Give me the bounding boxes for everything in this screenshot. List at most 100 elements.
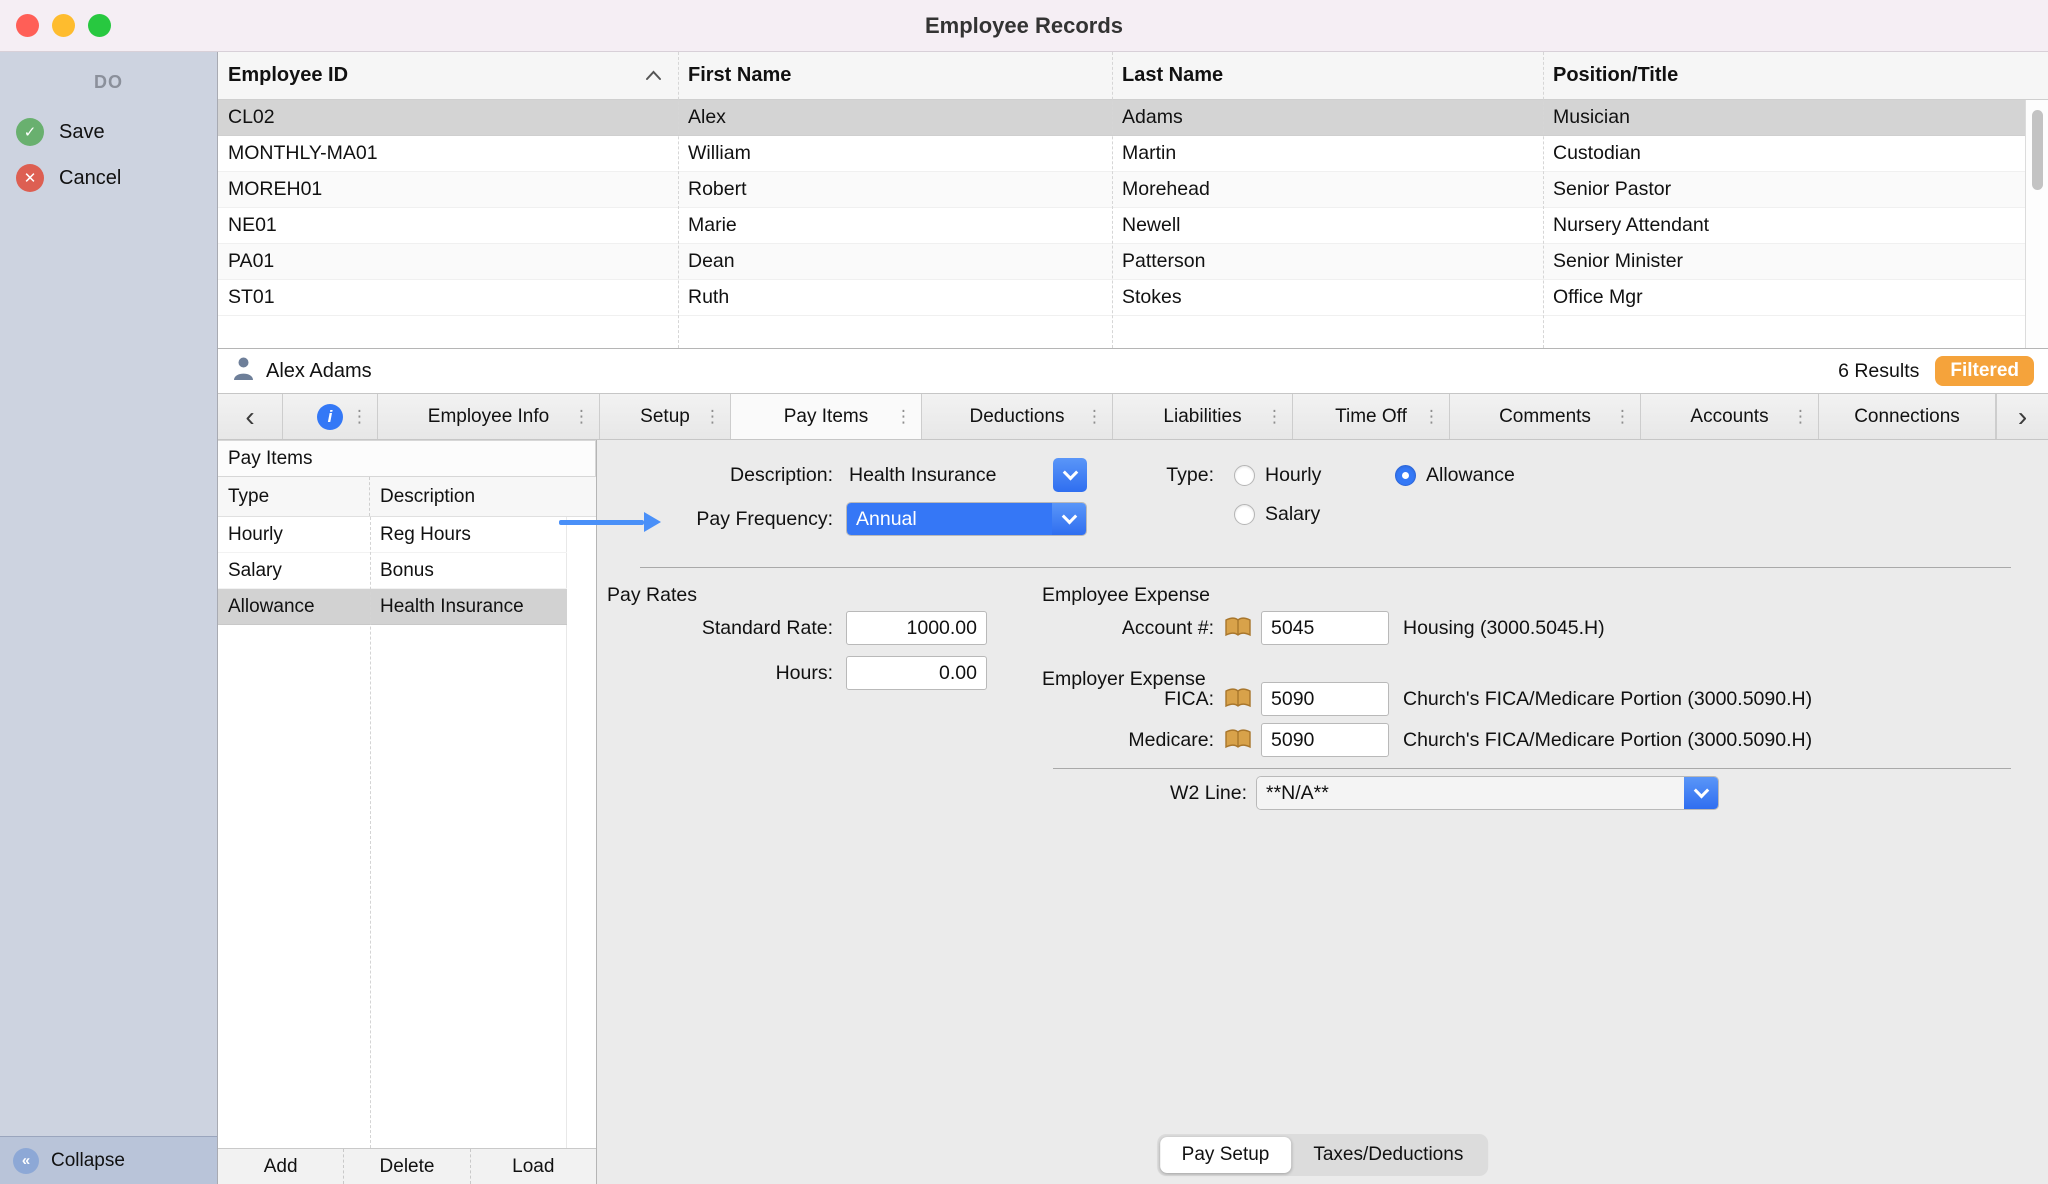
menu-dots-icon[interactable]: ⋮: [1086, 407, 1103, 427]
table-row[interactable]: MONTHLY-MA01 William Martin Custodian: [218, 136, 2048, 172]
menu-dots-icon[interactable]: ⋮: [895, 407, 912, 427]
content-area: Employee ID First Name Last Name Positio…: [218, 52, 2048, 1184]
tab-setup[interactable]: Setup ⋮: [600, 394, 731, 439]
menu-dots-icon[interactable]: ⋮: [1792, 407, 1809, 427]
add-button[interactable]: Add: [218, 1149, 344, 1184]
pay-frequency-dropdown-button[interactable]: [1052, 503, 1086, 535]
section-divider: [1053, 768, 2011, 769]
menu-dots-icon[interactable]: ⋮: [704, 407, 721, 427]
w2-line-dropdown-button[interactable]: [1684, 777, 1718, 809]
column-header-type[interactable]: Type: [218, 477, 370, 516]
pay-item-row[interactable]: Salary Bonus: [218, 553, 567, 589]
zoom-icon[interactable]: [88, 14, 111, 37]
chevron-left-icon: ‹: [245, 401, 254, 433]
description-label: Description:: [597, 458, 833, 492]
load-button[interactable]: Load: [471, 1149, 596, 1184]
pay-items-column-headers: Type Description: [218, 477, 596, 517]
tab-liabilities[interactable]: Liabilities ⋮: [1113, 394, 1293, 439]
menu-dots-icon[interactable]: ⋮: [1423, 407, 1440, 427]
account-lookup-icon[interactable]: [1224, 728, 1252, 757]
pay-items-panel: Pay Items Type Description Hourly Reg Ho…: [218, 440, 597, 1184]
section-divider: [640, 567, 2011, 568]
pay-item-row[interactable]: Allowance Health Insurance: [218, 589, 567, 625]
radio-salary[interactable]: [1234, 504, 1255, 525]
tab-scroll-left-button[interactable]: ‹: [218, 394, 283, 439]
column-header-first-name[interactable]: First Name: [678, 52, 1112, 99]
tab-deductions[interactable]: Deductions ⋮: [922, 394, 1113, 439]
w2-line-dropdown[interactable]: **N/A**: [1256, 776, 1719, 810]
pay-items-buttons: Add Delete Load: [218, 1148, 596, 1184]
hours-label: Hours:: [597, 656, 833, 690]
tab-pay-items[interactable]: Pay Items ⋮: [731, 394, 922, 439]
tab-accounts[interactable]: Accounts ⋮: [1641, 394, 1819, 439]
radio-hourly[interactable]: [1234, 465, 1255, 486]
menu-dots-icon[interactable]: ⋮: [573, 407, 590, 427]
pay-items-panel-title: Pay Items: [218, 440, 596, 477]
fica-account-field[interactable]: 5090: [1261, 682, 1389, 716]
table-scrollbar-track[interactable]: [2025, 100, 2048, 348]
pay-items-section: Pay Items Type Description Hourly Reg Ho…: [218, 440, 2048, 1184]
radio-allowance-label[interactable]: Allowance: [1426, 458, 1515, 492]
menu-dots-icon[interactable]: ⋮: [351, 407, 368, 427]
tab-info[interactable]: i ⋮: [283, 394, 378, 439]
column-header-employee-id[interactable]: Employee ID: [218, 52, 678, 99]
medicare-description: Church's FICA/Medicare Portion (3000.509…: [1403, 723, 1812, 757]
column-header-last-name[interactable]: Last Name: [1112, 52, 1543, 99]
pay-frequency-value: Annual: [847, 503, 1052, 535]
fica-description: Church's FICA/Medicare Portion (3000.509…: [1403, 682, 1812, 716]
account-lookup-icon[interactable]: [1224, 687, 1252, 716]
info-icon: i: [317, 404, 343, 430]
minimize-icon[interactable]: [52, 14, 75, 37]
column-header-description[interactable]: Description: [370, 486, 596, 508]
w2-line-label: W2 Line:: [897, 776, 1247, 810]
table-row[interactable]: MOREH01 Robert Morehead Senior Pastor: [218, 172, 2048, 208]
cancel-label: Cancel: [59, 167, 121, 190]
table-row[interactable]: ST01 Ruth Stokes Office Mgr: [218, 280, 2048, 316]
account-number-field[interactable]: 5045: [1261, 611, 1389, 645]
tab-pay-setup[interactable]: Pay Setup: [1160, 1137, 1292, 1173]
column-header-position-title[interactable]: Position/Title: [1543, 52, 2048, 99]
pay-item-row[interactable]: Hourly Reg Hours: [218, 517, 567, 553]
collapse-label: Collapse: [51, 1150, 125, 1172]
x-icon: ✕: [16, 164, 44, 192]
check-icon: ✓: [16, 118, 44, 146]
column-divider: [678, 52, 679, 348]
radio-salary-label[interactable]: Salary: [1265, 497, 1320, 531]
type-label: Type:: [1067, 458, 1214, 492]
employee-expense-heading: Employee Expense: [1042, 578, 1210, 612]
save-button[interactable]: ✓ Save: [0, 109, 217, 155]
tab-bar: ‹ i ⋮ Employee Info ⋮ Setup ⋮ Pay Items …: [218, 393, 2048, 440]
tab-connections[interactable]: Connections: [1819, 394, 1996, 439]
pay-items-scrollbar-track[interactable]: [566, 517, 596, 1148]
medicare-account-field[interactable]: 5090: [1261, 723, 1389, 757]
sidebar: DO ✓ Save ✕ Cancel « Collapse: [0, 52, 218, 1184]
close-icon[interactable]: [16, 14, 39, 37]
employee-table-header: Employee ID First Name Last Name Positio…: [218, 52, 2048, 100]
radio-allowance[interactable]: [1395, 465, 1416, 486]
account-description: Housing (3000.5045.H): [1403, 611, 1605, 645]
window-titlebar: Employee Records: [0, 0, 2048, 52]
tab-time-off[interactable]: Time Off ⋮: [1293, 394, 1450, 439]
table-scrollbar-thumb[interactable]: [2032, 110, 2043, 190]
account-number-label: Account #:: [897, 611, 1214, 645]
results-count: 6 Results: [1838, 360, 1919, 383]
cancel-button[interactable]: ✕ Cancel: [0, 155, 217, 201]
delete-button[interactable]: Delete: [344, 1149, 470, 1184]
account-lookup-icon[interactable]: [1224, 616, 1252, 645]
tab-scroll-right-button[interactable]: ›: [1996, 394, 2048, 439]
medicare-label: Medicare:: [897, 723, 1214, 757]
menu-dots-icon[interactable]: ⋮: [1614, 407, 1631, 427]
table-row[interactable]: NE01 Marie Newell Nursery Attendant: [218, 208, 2048, 244]
pay-frequency-dropdown[interactable]: Annual: [846, 502, 1087, 536]
radio-hourly-label[interactable]: Hourly: [1265, 458, 1321, 492]
tab-taxes-deductions[interactable]: Taxes/Deductions: [1291, 1137, 1485, 1173]
tab-comments[interactable]: Comments ⋮: [1450, 394, 1641, 439]
column-divider: [1543, 52, 1544, 348]
menu-dots-icon[interactable]: ⋮: [1266, 407, 1283, 427]
table-row[interactable]: CL02 Alex Adams Musician: [218, 100, 2048, 136]
filtered-badge[interactable]: Filtered: [1935, 356, 2034, 386]
pay-items-list: Hourly Reg Hours Salary Bonus Allowance …: [218, 517, 596, 1148]
table-row[interactable]: PA01 Dean Patterson Senior Minister: [218, 244, 2048, 280]
collapse-button[interactable]: « Collapse: [0, 1136, 217, 1184]
tab-employee-info[interactable]: Employee Info ⋮: [378, 394, 600, 439]
